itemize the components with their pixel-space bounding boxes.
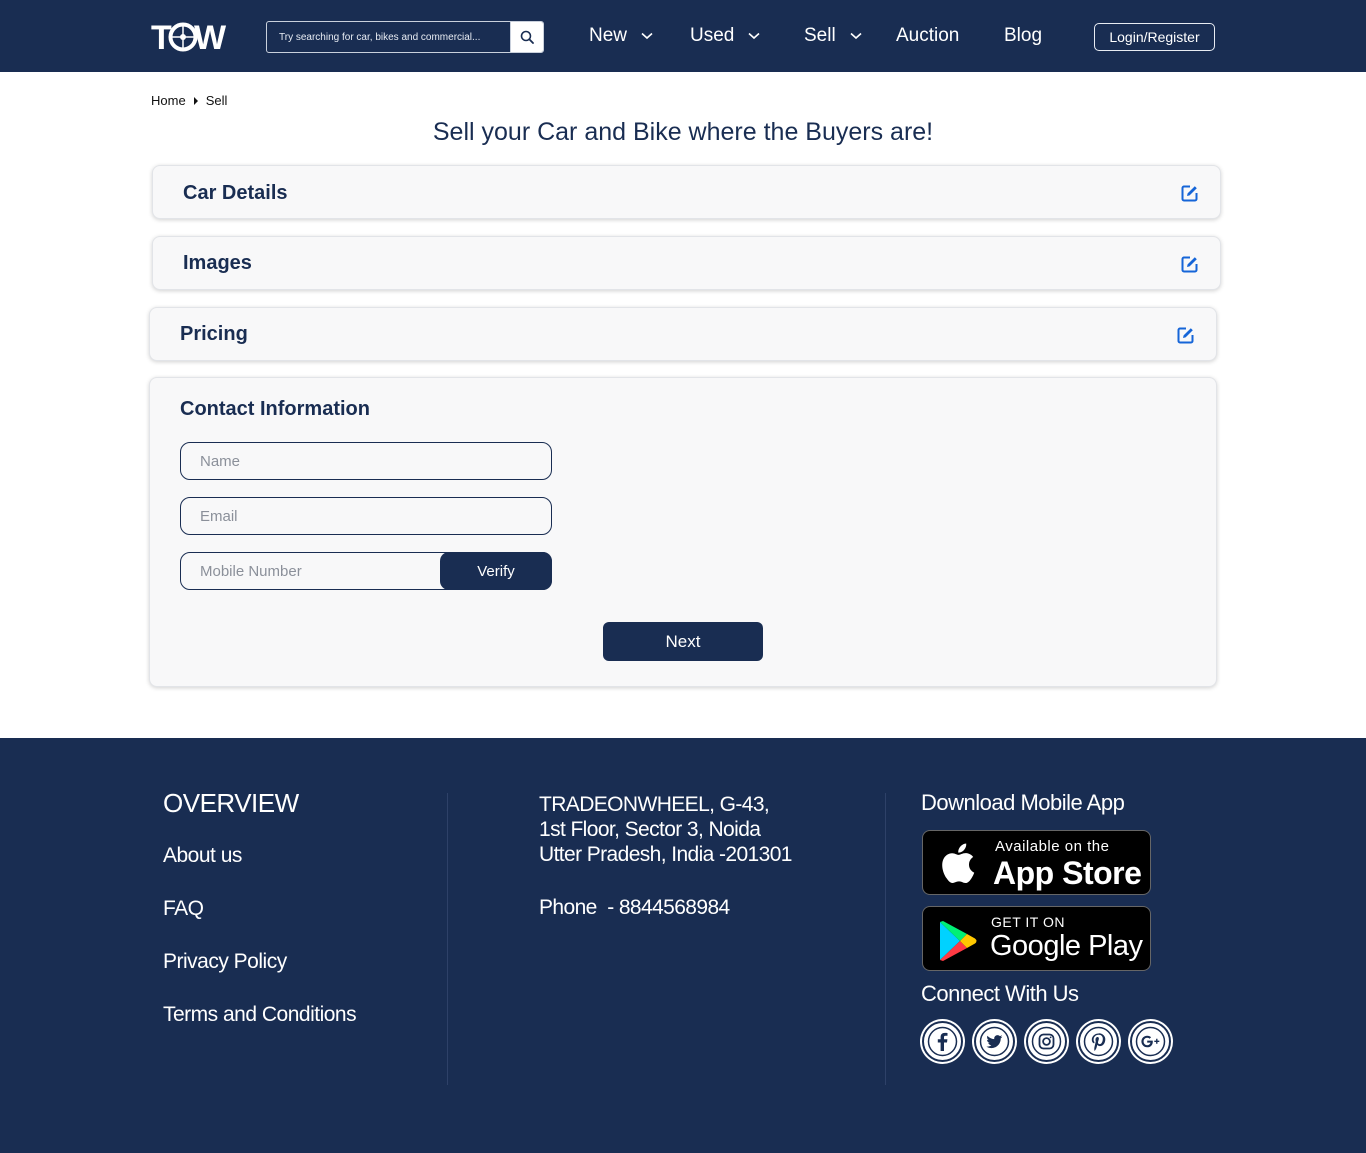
edit-icon[interactable]: [1181, 184, 1199, 202]
nav-new[interactable]: New: [589, 22, 653, 50]
car-details-section[interactable]: Car Details: [152, 165, 1221, 219]
nav-blog[interactable]: Blog: [1004, 22, 1042, 50]
nav-auction-label: Auction: [896, 25, 960, 46]
nav-blog-label: Blog: [1004, 25, 1043, 46]
download-app-heading: Download Mobile App: [921, 790, 1125, 815]
edit-icon[interactable]: [1181, 255, 1199, 273]
app-store-small-text: Available on the: [995, 838, 1110, 855]
google-play-badge[interactable]: GET IT ON Google Play: [922, 906, 1151, 971]
mobile-number-input[interactable]: [181, 553, 441, 589]
footer-link-privacy[interactable]: Privacy Policy: [163, 950, 287, 974]
chevron-down-icon: [641, 32, 653, 40]
nav-sell[interactable]: Sell: [804, 22, 862, 50]
verify-button[interactable]: Verify: [440, 552, 552, 590]
edit-icon[interactable]: [1177, 326, 1195, 344]
google-play-big-text: Google Play: [990, 930, 1143, 962]
chevron-down-icon: [850, 32, 862, 40]
page-title: Sell your Car and Bike where the Buyers …: [432, 118, 934, 146]
breadcrumb: Home Sell: [151, 93, 227, 108]
images-section[interactable]: Images: [152, 236, 1221, 290]
footer-link-about[interactable]: About us: [163, 844, 242, 868]
facebook-icon: [927, 1026, 958, 1057]
google-plus-button[interactable]: [1130, 1021, 1171, 1062]
breadcrumb-arrow-icon: [193, 96, 198, 105]
nav-used-label: Used: [690, 25, 735, 46]
chevron-down-icon: [748, 32, 760, 40]
app-store-big-text: App Store: [993, 855, 1142, 891]
nav-used[interactable]: Used: [690, 22, 760, 50]
google-play-icon: [940, 921, 977, 961]
footer-divider: [885, 793, 886, 1085]
email-field: [180, 497, 552, 535]
instagram-button[interactable]: [1026, 1021, 1067, 1062]
twitter-icon: [979, 1026, 1010, 1057]
connect-heading: Connect With Us: [921, 981, 1079, 1006]
nav-auction[interactable]: Auction: [896, 22, 959, 50]
images-title: Images: [183, 252, 252, 274]
contact-information-title: Contact Information: [180, 398, 370, 420]
search-icon: [520, 30, 534, 44]
google-plus-icon: [1135, 1026, 1166, 1057]
footer-address: TRADEONWHEEL, G-43, 1st Floor, Sector 3,…: [539, 792, 792, 867]
address-line: Utter Pradesh, India -201301: [539, 843, 792, 866]
search-input[interactable]: [267, 22, 511, 52]
search-button[interactable]: [510, 22, 543, 52]
next-button[interactable]: Next: [603, 622, 763, 661]
instagram-icon: [1031, 1026, 1062, 1057]
google-play-small-text: GET IT ON: [991, 914, 1065, 930]
app-store-badge[interactable]: Available on the App Store: [922, 830, 1151, 895]
site-header: T W New Used Sell Auction Blog Login/Reg…: [0, 0, 1366, 72]
mobile-field: Verify: [180, 552, 552, 590]
address-line: 1st Floor, Sector 3, Noida: [539, 818, 761, 841]
footer-link-terms[interactable]: Terms and Conditions: [163, 1003, 357, 1027]
name-input[interactable]: [181, 443, 551, 479]
address-line: TRADEONWHEEL, G-43,: [539, 793, 770, 816]
contact-information-section: Contact Information Verify Next: [149, 377, 1217, 687]
pinterest-button[interactable]: [1078, 1021, 1119, 1062]
twitter-button[interactable]: [974, 1021, 1015, 1062]
pricing-title: Pricing: [180, 323, 248, 345]
footer-link-faq[interactable]: FAQ: [163, 897, 204, 921]
overview-heading: OVERVIEW: [163, 788, 299, 818]
login-register-button[interactable]: Login/Register: [1094, 23, 1215, 51]
footer-phone: Phone - 8844568984: [539, 896, 730, 919]
site-footer: OVERVIEW About us FAQ Privacy Policy Ter…: [0, 738, 1366, 1153]
breadcrumb-current: Sell: [205, 93, 228, 108]
facebook-button[interactable]: [922, 1021, 963, 1062]
email-input[interactable]: [181, 498, 551, 534]
car-details-title: Car Details: [183, 182, 288, 204]
search-bar: [266, 21, 544, 53]
tow-logo[interactable]: T W: [151, 20, 227, 52]
svg-text:W: W: [194, 20, 227, 52]
nav-new-label: New: [589, 25, 628, 46]
name-field: [180, 442, 552, 480]
footer-divider: [447, 793, 448, 1085]
nav-sell-label: Sell: [804, 25, 836, 46]
pinterest-icon: [1083, 1026, 1114, 1057]
pricing-section[interactable]: Pricing: [149, 307, 1217, 361]
apple-icon: [942, 843, 975, 884]
breadcrumb-home[interactable]: Home: [151, 93, 186, 108]
